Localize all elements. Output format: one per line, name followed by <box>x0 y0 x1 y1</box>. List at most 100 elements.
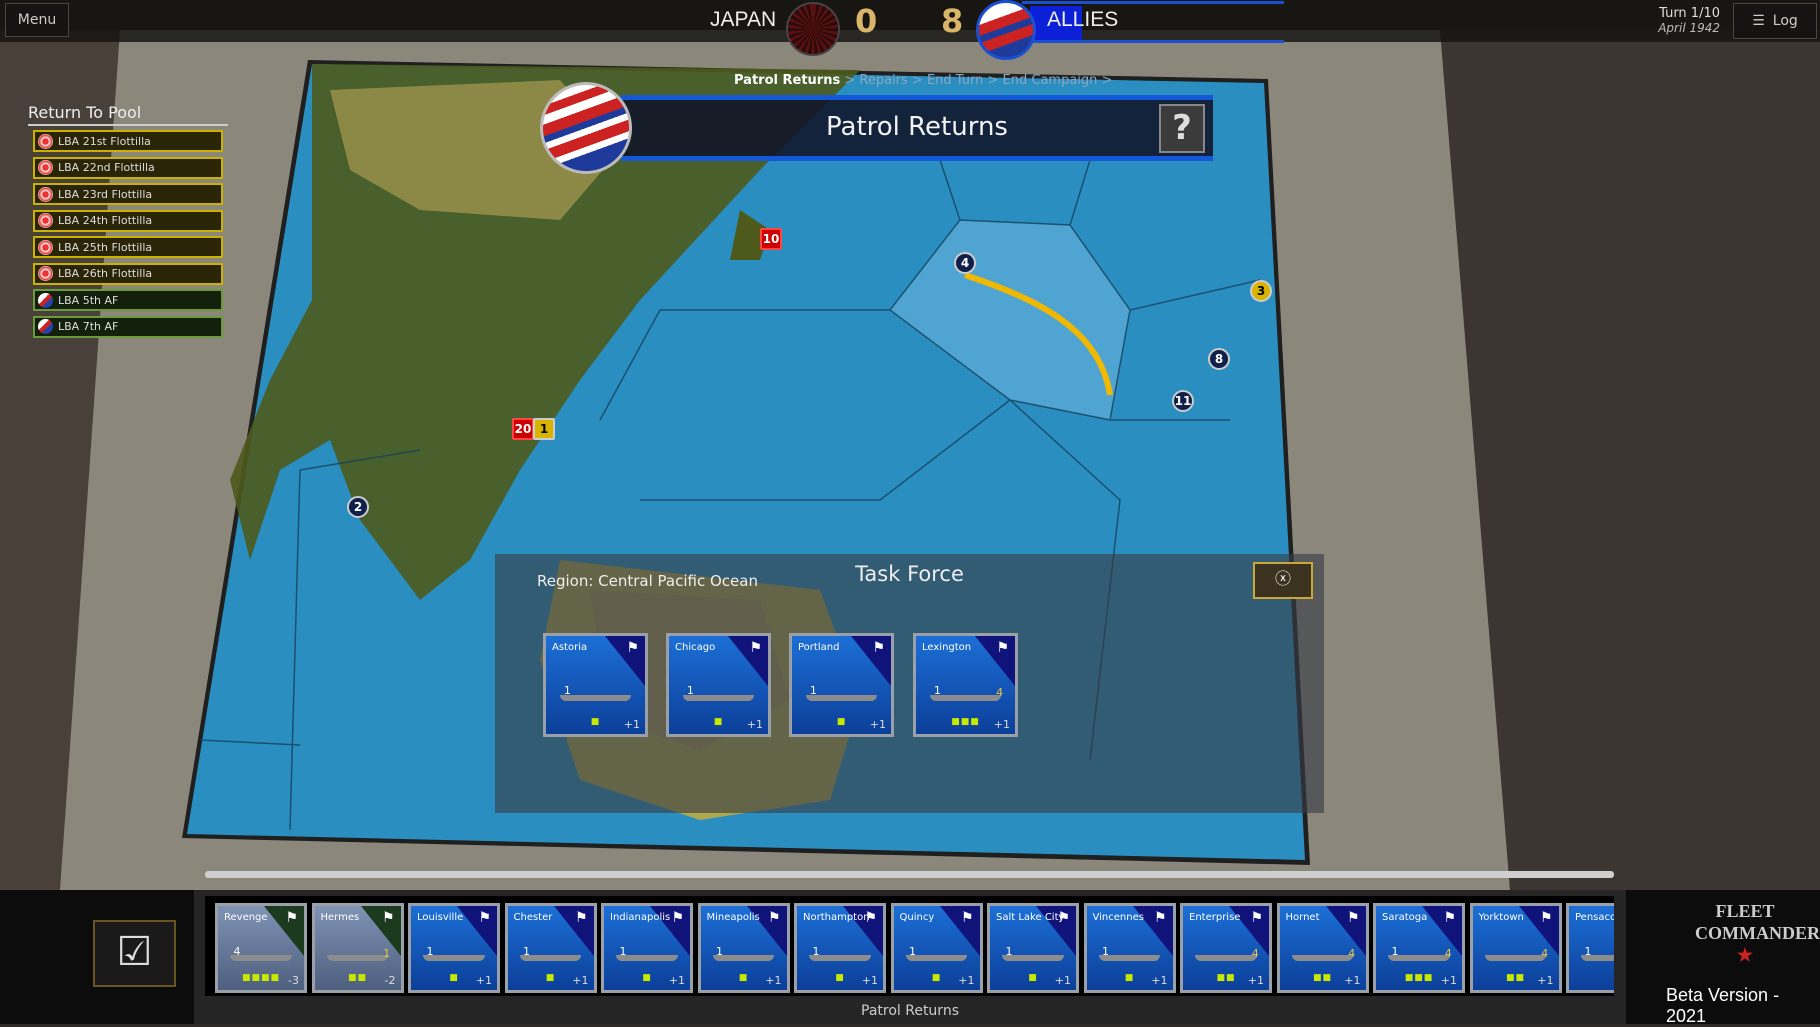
confirm-button[interactable]: ☑ <box>93 920 176 987</box>
beta-version-label: Beta Version - 2021 <box>1666 985 1780 1026</box>
modifier-value: +1 <box>668 974 685 987</box>
phase-banner: Patrol Returns <box>621 95 1213 161</box>
flag-icon: ⚑ <box>671 910 684 926</box>
ship-card[interactable]: ⚑ Northampton 1 ■ +1 <box>794 903 886 993</box>
allies-flag-icon <box>38 292 53 308</box>
ship-name: Vincennes <box>1092 912 1144 923</box>
log-button[interactable]: ☰ Log <box>1733 3 1817 39</box>
card-corner <box>851 636 891 686</box>
modifier-value: +1 <box>861 974 878 987</box>
ship-name: Saratoga <box>1382 912 1428 923</box>
ship-name: Louisville <box>417 912 464 923</box>
ship-name: Pensacola <box>1575 912 1614 923</box>
allies-flag-icon <box>38 319 53 334</box>
map-marker[interactable]: 3 <box>1250 280 1272 302</box>
air-value: 4 <box>1348 946 1356 960</box>
ship-card[interactable]: ⚑ Hornet 4 ■■ +1 <box>1276 903 1369 993</box>
ship-name: Salt Lake City <box>996 912 1065 923</box>
pool-item[interactable]: LBA 22nd Flottilla <box>33 156 223 179</box>
help-button[interactable]: ? <box>1159 104 1205 153</box>
game-logo: FLEET COMMANDER ★ <box>1695 901 1820 965</box>
modifier-value: +1 <box>746 718 763 731</box>
pool-item[interactable]: LBA 24th Flottilla <box>33 209 223 232</box>
close-icon: ⓧ <box>1274 569 1291 588</box>
allies-flag-icon <box>540 82 632 174</box>
modifier-value: +1 <box>1151 974 1168 987</box>
ship-card[interactable]: ⚑ Hermes 1 ■■ -2 <box>311 903 404 993</box>
flag-icon: ⚑ <box>478 910 491 926</box>
ship-card[interactable]: ⚑ Astoria 1 ■ +1 <box>543 633 648 737</box>
ship-card[interactable]: ⚑ Revenge 4 ■■■■ -3 <box>215 903 307 993</box>
gun-value: 1 <box>619 945 627 959</box>
gun-value: 1 <box>686 683 694 697</box>
pool-item[interactable]: LBA 26th Flottilla <box>33 262 223 285</box>
ship-card[interactable]: ⚑ Vincennes 1 ■ +1 <box>1083 903 1176 993</box>
ship-name: Indianapolis <box>610 912 671 923</box>
ship-silhouette-icon <box>1195 955 1257 962</box>
pool-item[interactable]: LBA 7th AF <box>33 315 223 338</box>
gun-value: 1 <box>1584 945 1592 959</box>
gun-value: 1 <box>1391 945 1399 959</box>
ship-card[interactable]: ⚑ Saratoga 1 4 ■■■ +1 <box>1373 903 1465 993</box>
fleet-scrollbar[interactable] <box>205 871 1614 878</box>
turn-counter: Turn 1/10 <box>1659 6 1720 21</box>
map-marker[interactable]: 8 <box>1208 348 1230 370</box>
close-task-force-button[interactable]: ⓧ <box>1253 562 1313 599</box>
ship-card[interactable]: ⚑ Salt Lake City 1 ■ +1 <box>987 903 1079 993</box>
map-marker[interactable]: 2 <box>347 496 369 518</box>
pool-item-label: LBA 21st Flottilla <box>58 134 151 148</box>
air-value: 4 <box>1251 946 1259 960</box>
gun-value: 1 <box>1101 945 1109 959</box>
map-marker[interactable]: 1 <box>533 418 555 440</box>
ship-card[interactable]: ⚑ Chicago 1 ■ +1 <box>666 633 771 737</box>
pool-item-label: LBA 25th Flottilla <box>58 240 153 254</box>
air-value: 4 <box>996 685 1004 699</box>
ship-card[interactable]: ⚑ Indianapolis 1 ■ +1 <box>601 903 693 993</box>
modifier-value: +1 <box>869 718 886 731</box>
ship-silhouette-icon <box>326 955 389 962</box>
ship-name: Lexington <box>922 642 972 653</box>
card-corner <box>605 636 645 686</box>
ship-card[interactable]: ⚑ Lexington 1 4 ■■■ +1 <box>913 633 1018 737</box>
modifier-value: +1 <box>1344 974 1361 987</box>
ship-card[interactable]: ⚑ Enterprise 4 ■■ +1 <box>1180 903 1272 993</box>
pool-item[interactable]: LBA 25th Flottilla <box>33 236 223 258</box>
pool-item[interactable]: LBA 21st Flottilla <box>33 130 223 152</box>
phase-title: Patrol Returns <box>826 112 1008 142</box>
gun-value: 1 <box>426 945 434 959</box>
map-marker[interactable]: 4 <box>954 252 976 274</box>
breadcrumb-item: End Turn <box>926 73 984 88</box>
breadcrumb-item: End Campaign <box>1002 73 1098 88</box>
modifier-value: +1 <box>1537 974 1554 987</box>
map-marker[interactable]: 11 <box>1172 390 1194 412</box>
ship-name: Yorktown <box>1478 912 1524 923</box>
ship-name: Chester <box>513 912 553 923</box>
modifier-value: +1 <box>623 718 640 731</box>
pool-item[interactable]: LBA 5th AF <box>33 289 223 311</box>
top-bar <box>0 0 1820 42</box>
flag-icon: ⚑ <box>872 640 885 656</box>
allies-label: ALLIES <box>1047 8 1119 31</box>
ship-card[interactable]: ⚑ Louisville 1 ■ +1 <box>408 903 500 993</box>
gun-value: 1 <box>1005 945 1013 959</box>
map-marker[interactable]: 10 <box>760 228 782 250</box>
ship-card[interactable]: ⚑ Mineapolis 1 ■ +1 <box>697 903 790 993</box>
modifier-value: -2 <box>384 974 396 987</box>
ship-name: Astoria <box>552 642 588 653</box>
flag-icon: ⚑ <box>1346 910 1360 926</box>
flag-icon: ⚑ <box>767 910 781 926</box>
ship-name: Hornet <box>1285 912 1320 923</box>
flag-icon: ⚑ <box>574 910 588 926</box>
japan-emblem-icon <box>786 2 840 56</box>
ship-card[interactable]: ⚑ Yorktown 4 ■■ +1 <box>1469 903 1562 993</box>
ship-card[interactable]: ⚑ Quincy 1 ■ +1 <box>890 903 983 993</box>
ship-card[interactable]: ⚑ Chester 1 ■ +1 <box>504 903 597 993</box>
ship-card[interactable]: ⚑Pensacola1 <box>1566 903 1614 993</box>
hamburger-icon: ☰ <box>1752 13 1765 29</box>
map-marker[interactable]: 20 <box>512 418 534 440</box>
card-corner <box>1325 906 1366 956</box>
pool-item[interactable]: LBA 23rd Flottilla <box>33 183 223 205</box>
ship-card[interactable]: ⚑ Portland 1 ■ +1 <box>789 633 894 737</box>
pool-item-label: LBA 26th Flottilla <box>58 267 153 280</box>
menu-button[interactable]: Menu <box>5 3 69 37</box>
